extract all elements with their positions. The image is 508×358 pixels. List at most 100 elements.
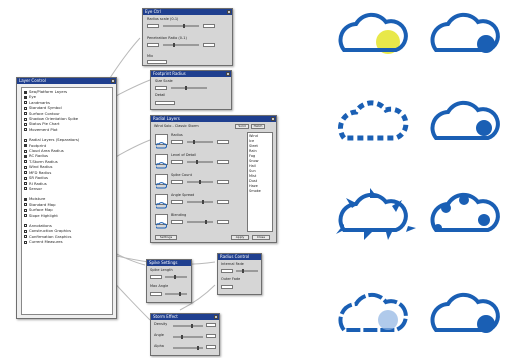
layer-checkbox[interactable] [24, 176, 27, 180]
layer-checkbox[interactable] [24, 240, 27, 244]
layer-item-label: Status Pie Chart [29, 121, 60, 127]
layer-item-label: RC Radius [29, 153, 49, 159]
layer-item-label: Slope Highlight [29, 212, 58, 218]
layer-checkbox[interactable] [24, 235, 27, 239]
cloud-preview-icon [155, 174, 168, 189]
layer-checkbox[interactable] [24, 187, 27, 191]
alpha-slider[interactable] [173, 346, 203, 350]
eye-radius-max-field[interactable] [203, 24, 215, 28]
layer-checkbox[interactable] [24, 149, 27, 153]
layer-item-label: Standard Symbol [29, 105, 62, 111]
layer-item-label: Footprint [29, 142, 47, 148]
radial-row-slider[interactable] [187, 200, 213, 204]
radial-row-field[interactable] [171, 220, 183, 224]
radial-row-field[interactable] [171, 180, 183, 184]
layer-item-label: T-Storm Radius [29, 158, 58, 164]
layer-checkbox[interactable] [24, 144, 27, 148]
layer-checkbox[interactable] [24, 95, 27, 99]
footprint-row-label: Detail [155, 93, 166, 97]
radial-row-slider[interactable] [187, 180, 213, 184]
footprint-row-label: Size Scale [155, 79, 173, 83]
radial-row-max-field[interactable] [217, 180, 229, 184]
density-field[interactable] [206, 323, 216, 327]
layer-item-label: Current Measures [29, 239, 63, 245]
layer-checkbox[interactable] [24, 229, 27, 233]
eye-penetration-max-field[interactable] [203, 43, 215, 47]
layer-checkbox[interactable] [24, 203, 27, 207]
layer-type-list[interactable]: Wind Ice Sleet Rain Fog Snow Hail Sun Mist Dust Ha… [247, 132, 273, 232]
layer-checkbox[interactable] [24, 214, 27, 218]
angle-field[interactable] [206, 334, 216, 338]
radial-row-slider[interactable] [187, 140, 213, 144]
footprint-detail-field[interactable] [155, 101, 175, 105]
close-icon[interactable] [226, 72, 230, 76]
layer-checkbox[interactable] [24, 117, 27, 121]
alpha-field[interactable] [206, 345, 216, 349]
density-slider[interactable] [173, 324, 203, 328]
layer-item[interactable]: Current Measures [24, 239, 110, 244]
close-icon[interactable] [214, 315, 218, 319]
radial-row-label: Spike Count [171, 173, 192, 177]
radial-row-max-field[interactable] [217, 160, 229, 164]
radial-row-slider[interactable] [187, 220, 213, 224]
eye-penetration-field[interactable] [147, 43, 159, 47]
storm-row-label: Density [154, 322, 168, 326]
settings-button[interactable]: Settings [155, 235, 177, 240]
spike-angle-slider[interactable] [165, 292, 187, 296]
spike-angle-field[interactable] [150, 292, 162, 296]
layer-checkbox[interactable] [24, 165, 27, 169]
spike-length-slider[interactable] [165, 275, 187, 279]
eye-mix-field[interactable] [147, 60, 167, 64]
radial-row-field[interactable] [171, 140, 183, 144]
eye-radius-field[interactable] [147, 24, 159, 28]
layer-control-window: Layer Control Sea/Platform Layers Eye Land… [16, 77, 117, 319]
layer-item-label: Standard Map [29, 201, 56, 207]
close-button[interactable]: Close [252, 235, 270, 240]
layer-checkbox[interactable] [24, 112, 27, 116]
radial-row-max-field[interactable] [217, 200, 229, 204]
layer-item-label: MFD Radius [29, 169, 52, 175]
layer-item-label: Landmarks [29, 99, 51, 105]
internal-fade-slider[interactable] [236, 269, 258, 273]
layer-checkbox[interactable] [24, 197, 27, 201]
layer-checkbox[interactable] [24, 138, 27, 142]
layer-checkbox[interactable] [24, 90, 27, 94]
layer-checkbox[interactable] [24, 122, 27, 126]
layer-checkbox[interactable] [24, 182, 27, 185]
eye-penetration-slider[interactable] [163, 43, 199, 47]
layer-checkbox[interactable] [24, 208, 27, 212]
layer-checkbox[interactable] [24, 154, 27, 158]
tab-solid[interactable]: Solid [235, 124, 249, 129]
cloud-solid-large-icon [430, 292, 500, 333]
layer-checkbox[interactable] [24, 160, 27, 164]
layer-item-label: Shadow Orientation Spike [29, 116, 79, 122]
spike-length-field[interactable] [150, 275, 162, 279]
close-icon[interactable] [111, 79, 115, 83]
angle-slider[interactable] [173, 335, 203, 339]
tab-hatch[interactable]: Hatch [251, 124, 265, 129]
layer-item-label: Annotations [29, 222, 52, 228]
layer-item-label: RI Radius [29, 180, 47, 186]
eye-radius-slider[interactable] [163, 24, 199, 28]
layer-checkbox[interactable] [24, 224, 27, 228]
footprint-size-slider[interactable] [171, 86, 207, 90]
layer-checkbox[interactable] [24, 101, 27, 105]
internal-fade-field[interactable] [221, 269, 233, 273]
layer-checkbox[interactable] [24, 128, 27, 132]
radial-row-field[interactable] [171, 200, 183, 204]
close-icon[interactable] [271, 117, 275, 121]
footprint-size-field[interactable] [155, 86, 167, 90]
apply-button[interactable]: Apply [231, 235, 249, 240]
close-icon[interactable] [227, 10, 231, 14]
eye-row-label: Radius scale (0-1) [147, 17, 179, 21]
radial-row-slider[interactable] [187, 160, 213, 164]
cloud-fade-icon [338, 292, 408, 332]
radial-row-max-field[interactable] [217, 220, 229, 224]
radial-row-max-field[interactable] [217, 140, 229, 144]
layer-checkbox[interactable] [24, 106, 27, 110]
radius-row-label: Internal Fade [221, 262, 244, 266]
outer-fade-field[interactable] [221, 285, 233, 289]
layer-checkbox[interactable] [24, 171, 27, 175]
layer-type-item[interactable]: Smoke [249, 189, 271, 194]
radial-row-field[interactable] [171, 160, 183, 164]
